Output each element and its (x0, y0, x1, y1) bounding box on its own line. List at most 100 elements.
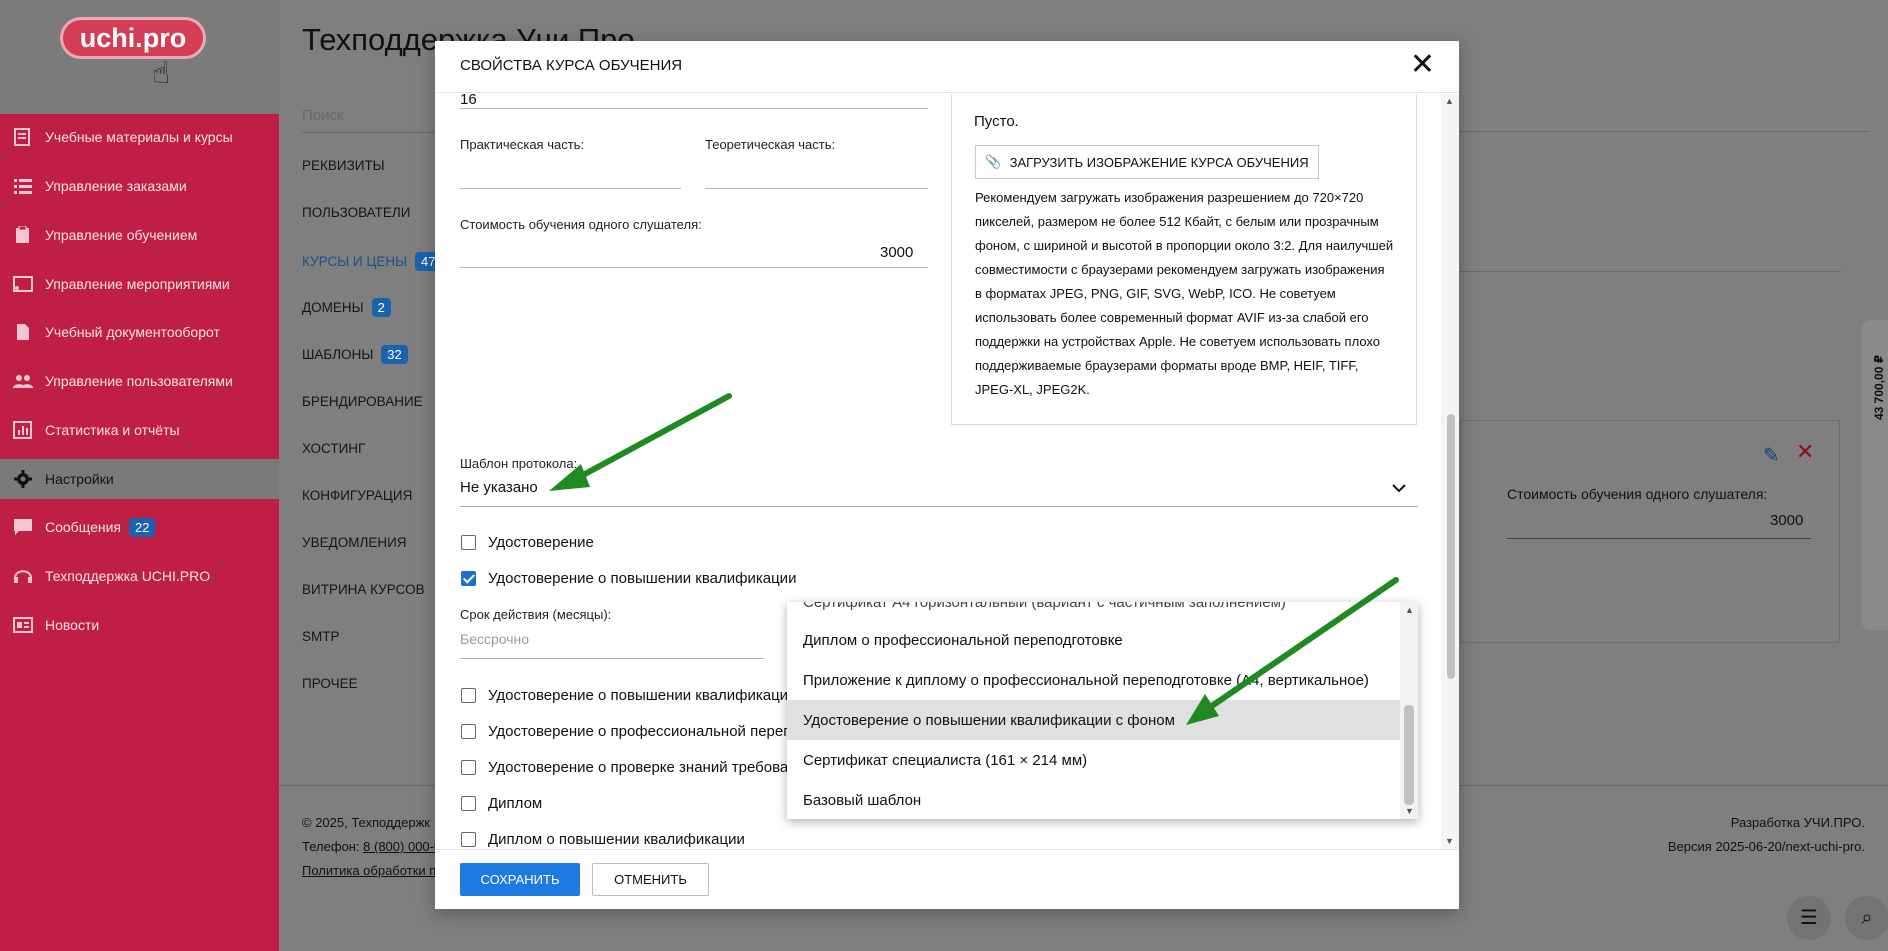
scrollbar-thumb[interactable] (1447, 414, 1455, 679)
dropdown-item[interactable]: Диплом о профессиональной переподготовке (787, 620, 1400, 660)
dropdown-item[interactable]: Приложение к диплому о профессиональной … (787, 660, 1400, 700)
nav-other[interactable]: ПРОЧЕЕ (302, 676, 358, 691)
dialog-header: СВОЙСТВА КУРСА ОБУЧЕНИЯ ✕ (435, 41, 1459, 93)
scroll-up-icon[interactable]: ▲ (1405, 605, 1414, 615)
hours-value[interactable]: 16 (460, 94, 477, 108)
sidebar-item-label: Учебный документооборот (45, 324, 220, 340)
protocol-select[interactable] (460, 506, 1418, 507)
checkbox-qualification-2[interactable]: Удостоверение о повышении квалификаци (461, 687, 788, 704)
logo[interactable]: uchi.pro (60, 17, 206, 59)
policy-link[interactable]: Политика обработки п (302, 863, 436, 878)
sidebar-item-label: Сообщения (45, 519, 121, 535)
sidebar-item-label: Управление мероприятиями (45, 276, 230, 292)
checkbox[interactable] (461, 724, 476, 739)
nav-users[interactable]: ПОЛЬЗОВАТЕЛИ (302, 205, 410, 220)
sidebar-item-label: Управление пользователями (45, 373, 233, 389)
sidebar-item-news[interactable]: Новости (0, 605, 279, 645)
checkbox[interactable] (461, 571, 476, 586)
nav-hosting[interactable]: ХОСТИНГ (302, 441, 365, 456)
sidebar-item-documents[interactable]: Учебный документооборот (0, 312, 279, 352)
theory-label: Теоретическая часть: (705, 137, 836, 152)
checkbox-label: Удостоверение о повышении квалификаци (488, 687, 789, 704)
save-button[interactable]: СОХРАНИТЬ (460, 863, 580, 896)
dropdown-item[interactable]: Базовый шаблон (787, 780, 1400, 819)
phone-label: Телефон: (302, 839, 364, 854)
sidebar-item-settings[interactable]: Настройки (0, 459, 279, 499)
checkbox-certificate[interactable]: Удостоверение (461, 534, 594, 551)
scroll-down-icon[interactable]: ▼ (1405, 806, 1414, 816)
nav-smtp[interactable]: SMTP (302, 629, 340, 644)
close-icon[interactable]: ✕ (1410, 50, 1435, 80)
sidebar-item-support[interactable]: Техподдержка UCHI.PRO (0, 556, 279, 596)
sidebar-item-messages[interactable]: Сообщения 22 (0, 507, 279, 547)
nav-notifications[interactable]: УВЕДОМЛЕНИЯ (302, 535, 407, 550)
sidebar-item-events[interactable]: Управление мероприятиями (0, 264, 279, 304)
checkbox[interactable] (461, 796, 476, 811)
nav-showcase[interactable]: ВИТРИНА КУРСОВ (302, 582, 425, 597)
image-empty-text: Пусто. (974, 113, 1019, 130)
nav-templates[interactable]: ШАБЛОНЫ 32 (302, 345, 408, 364)
checkbox-qualification-certificate[interactable]: Удостоверение о повышении квалификации (461, 570, 796, 587)
phone-link[interactable]: 8 (800) 000-0 (363, 839, 441, 854)
footer-dev: Разработка УЧИ.ПРО. (1730, 815, 1865, 830)
dropdown-item[interactable]: Сертификат специалиста (161 × 214 мм) (787, 740, 1400, 780)
checkbox[interactable] (461, 688, 476, 703)
cart-total: 43 700,00 ₽ (1872, 354, 1886, 420)
checkbox-qualification-diploma[interactable]: Диплом о повышении квалификации (461, 831, 745, 848)
card-cost-value: 3000 (1770, 512, 1804, 529)
template-dropdown: Сертификат А4 горизонтальный (вариант с … (787, 602, 1418, 819)
divider (1459, 131, 1869, 132)
sidebar-item-training[interactable]: Управление обучением (0, 215, 279, 255)
list-icon (12, 177, 34, 195)
term-underline (460, 658, 764, 659)
edit-icon[interactable]: ✎ (1763, 443, 1780, 468)
sidebar-item-label: Учебные материалы и курсы (45, 129, 233, 145)
pointer-hand-icon: ☝ (152, 57, 171, 90)
nav-branding[interactable]: БРЕНДИРОВАНИЕ (302, 394, 423, 409)
cost-input[interactable] (460, 267, 928, 268)
gear-icon (12, 470, 34, 488)
search-button[interactable]: ⌕ (1845, 896, 1888, 940)
sidebar-item-courses[interactable]: Учебные материалы и курсы (0, 117, 279, 157)
course-card (1460, 420, 1840, 643)
book-icon (12, 128, 34, 146)
sidebar-item-stats[interactable]: Статистика и отчёты (0, 410, 279, 450)
nav-domains[interactable]: ДОМЕНЫ 2 (302, 298, 391, 317)
checkbox-diploma[interactable]: Диплом (461, 795, 542, 812)
checkbox-knowledge-check[interactable]: Удостоверение о проверке знаний требован (461, 759, 797, 776)
chevron-down-icon[interactable] (1392, 480, 1406, 497)
dialog-scrollbar[interactable]: ▲ ▼ (1441, 94, 1459, 849)
delete-icon[interactable]: ✕ (1796, 439, 1814, 465)
sidebar-item-users[interactable]: Управление пользователями (0, 361, 279, 401)
theory-input[interactable] (705, 188, 928, 189)
nav-label: ДОМЕНЫ (302, 300, 364, 315)
checkbox[interactable] (461, 760, 476, 775)
nav-configuration[interactable]: КОНФИГУРАЦИЯ (302, 488, 412, 503)
checkbox[interactable] (461, 832, 476, 847)
checkbox-label: Удостоверение о повышении квалификации (488, 570, 797, 587)
nav-requisites[interactable]: РЕКВИЗИТЫ (302, 158, 385, 173)
scroll-down-icon[interactable]: ▼ (1445, 836, 1454, 846)
sidebar-item-orders[interactable]: Управление заказами (0, 166, 279, 206)
protocol-select-value[interactable]: Не указано (460, 479, 538, 496)
checkbox[interactable] (461, 535, 476, 550)
cost-value[interactable]: 3000 (880, 244, 913, 261)
nav-courses[interactable]: КУРСЫ И ЦЕНЫ 478 (302, 252, 449, 271)
dropdown-scrollbar[interactable]: ▲ ▼ (1400, 602, 1418, 819)
cost-label: Стоимость обучения одного слушателя: (460, 217, 702, 232)
scrollbar-thumb[interactable] (1404, 705, 1414, 805)
checkbox-professional-retraining[interactable]: Удостоверение о профессиональной перепо (461, 723, 800, 740)
cancel-button[interactable]: ОТМЕНИТЬ (592, 863, 709, 896)
term-input[interactable]: Бессрочно (460, 631, 529, 647)
cast-icon (12, 275, 34, 293)
dropdown-item-highlighted[interactable]: Удостоверение о повышении квалификации с… (787, 700, 1400, 740)
practical-label: Практическая часть: (460, 137, 585, 152)
dropdown-item[interactable]: Сертификат А4 горизонтальный (вариант с … (787, 602, 1400, 622)
checkbox-label: Диплом (488, 795, 543, 812)
practical-input[interactable] (460, 188, 681, 189)
sidebar-item-label: Управление заказами (45, 178, 187, 194)
list-view-button[interactable]: ☰ (1787, 896, 1831, 940)
document-icon (12, 323, 34, 341)
scroll-up-icon[interactable]: ▲ (1445, 96, 1454, 106)
upload-image-button[interactable]: 📎 ЗАГРУЗИТЬ ИЗОБРАЖЕНИЕ КУРСА ОБУЧЕНИЯ (975, 145, 1319, 179)
